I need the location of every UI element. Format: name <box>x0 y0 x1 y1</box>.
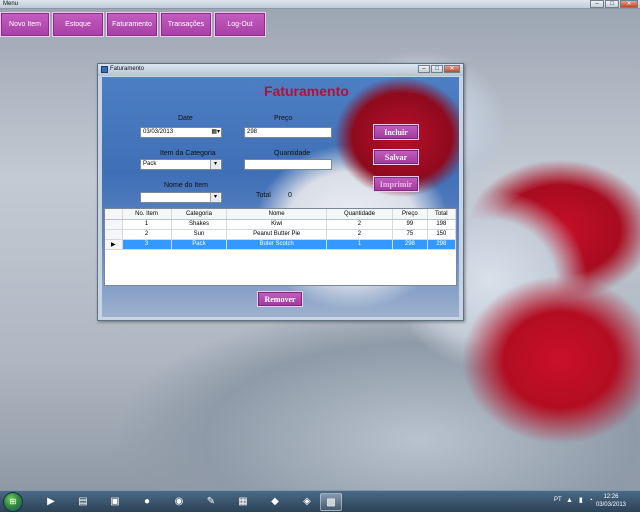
faturamento-form: Faturamento Date 03/03/2013 ▦▾ Item da C… <box>102 77 459 317</box>
tray-icons[interactable]: ▲ ▮ ◔ <box>566 496 595 504</box>
nome-label: Nome do Item <box>164 182 208 189</box>
quantidade-label: Quantidade <box>274 150 311 157</box>
clock[interactable]: 12:26 03/03/2013 <box>596 493 626 509</box>
faturamento-window-title: Faturamento <box>110 66 145 72</box>
menu-faturamento-button[interactable]: Faturamento <box>106 12 158 37</box>
categoria-value: Pack <box>143 161 157 167</box>
imprimir-button[interactable]: Imprimir <box>373 176 419 192</box>
column-header[interactable]: Total <box>427 209 457 220</box>
table-cell[interactable]: 2 <box>326 229 394 240</box>
total-label: Total <box>256 192 271 199</box>
date-label: Date <box>178 115 193 122</box>
table-cell[interactable]: Pack <box>171 239 228 250</box>
date-picker[interactable]: 03/03/2013 ▦▾ <box>140 127 222 138</box>
table-cell[interactable]: Peanut Butter Pie <box>226 229 327 240</box>
calendar-icon[interactable]: ▦▾ <box>211 128 220 137</box>
app-icon <box>101 66 108 73</box>
column-header[interactable]: Nome <box>226 209 327 220</box>
salvar-button[interactable]: Salvar <box>373 149 419 165</box>
folder-icon[interactable]: ▤ <box>72 493 94 511</box>
row-marker-icon[interactable]: ▶ <box>105 239 123 250</box>
menu-logout-button[interactable]: Log-Out <box>214 12 266 37</box>
close-button[interactable]: ✕ <box>620 0 638 8</box>
nome-select[interactable] <box>140 192 222 203</box>
incluir-button[interactable]: Incluir <box>373 124 419 140</box>
table-cell[interactable]: 298 <box>427 239 457 250</box>
table-row-selected[interactable]: ▶ 3 Pack Buter Scotch 1 298 298 <box>105 239 457 250</box>
faturamento-window: Faturamento – □ ✕ Faturamento Date 03/03… <box>97 63 464 321</box>
table-header-row: No. Item Categoria Nome Quantidade Preço… <box>105 209 457 220</box>
app-icon-1[interactable]: ✎ <box>200 493 222 511</box>
faturamento-minimize-button[interactable]: – <box>418 65 430 73</box>
table-cell[interactable]: Sun <box>171 229 228 240</box>
table-row[interactable]: 2 Sun Peanut Butter Pie 2 75 150 <box>105 229 457 240</box>
window-icon[interactable]: ▣ <box>104 493 126 511</box>
categoria-label: Item da Categoria <box>160 150 216 157</box>
table-cell[interactable]: 1 <box>122 219 172 230</box>
row-header[interactable] <box>105 229 123 240</box>
language-indicator[interactable]: PT <box>554 497 562 503</box>
remover-button[interactable]: Remover <box>257 291 303 307</box>
minimize-button[interactable]: – <box>590 0 604 8</box>
categoria-select[interactable]: Pack <box>140 159 222 170</box>
app-icon-4[interactable]: ◈ <box>296 493 318 511</box>
table-cell[interactable]: 3 <box>122 239 172 250</box>
faturamento-close-button[interactable]: ✕ <box>444 65 460 73</box>
table-cell[interactable]: 2 <box>122 229 172 240</box>
table-cell[interactable]: 99 <box>392 219 428 230</box>
running-app-icon[interactable]: ▩ <box>320 493 342 511</box>
clock-date: 03/03/2013 <box>595 502 626 508</box>
clock-time: 12:26 <box>603 494 619 500</box>
app-icon-2[interactable]: ▦ <box>232 493 254 511</box>
chrome-icon[interactable]: ◉ <box>168 493 190 511</box>
start-button-icon[interactable]: ⊞ <box>3 492 23 512</box>
column-header[interactable]: Categoria <box>171 209 228 220</box>
preco-input[interactable]: 298 <box>244 127 332 138</box>
page-title: Faturamento <box>264 83 349 99</box>
quantidade-input[interactable] <box>244 159 332 170</box>
table-cell[interactable]: Kiwi <box>226 219 327 230</box>
menu-transacoes-button[interactable]: Transações <box>160 12 212 37</box>
items-grid[interactable]: No. Item Categoria Nome Quantidade Preço… <box>104 208 457 286</box>
column-header[interactable]: No. Item <box>122 209 172 220</box>
faturamento-maximize-button[interactable]: □ <box>431 65 443 73</box>
table-row[interactable]: 1 Shakes Kiwi 2 99 198 <box>105 219 457 230</box>
preco-label: Preço <box>274 115 293 122</box>
table-cell[interactable]: 75 <box>392 229 428 240</box>
firefox-icon[interactable]: ● <box>136 493 158 511</box>
row-header[interactable] <box>105 219 123 230</box>
maximize-button[interactable]: □ <box>605 0 619 8</box>
table-cell[interactable]: 1 <box>326 239 394 250</box>
total-value: 0 <box>288 192 292 199</box>
table-cell[interactable]: 198 <box>427 219 457 230</box>
column-header[interactable]: Quantidade <box>326 209 394 220</box>
table-cell[interactable]: Shakes <box>171 219 228 230</box>
items-table: No. Item Categoria Nome Quantidade Preço… <box>105 209 457 250</box>
date-value: 03/03/2013 <box>143 129 174 135</box>
menu-estoque-button[interactable]: Estoque <box>52 12 104 37</box>
media-player-icon[interactable]: ▶ <box>40 493 62 511</box>
outer-titlebar: Menu – □ ✕ <box>0 0 640 9</box>
faturamento-titlebar: Faturamento – □ ✕ <box>98 64 463 76</box>
outer-window-controls: – □ ✕ <box>590 0 638 8</box>
faturamento-window-controls: – □ ✕ <box>418 65 460 73</box>
table-cell[interactable]: 298 <box>392 239 428 250</box>
table-cell[interactable]: Buter Scotch <box>226 239 327 250</box>
taskbar: ⊞ ▶ ▤ ▣ ● ◉ ✎ ▦ ◆ ◈ ▩ PT ▲ ▮ ◔ 12:26 03/… <box>0 490 640 512</box>
outer-window-title: Menu <box>3 1 19 7</box>
table-cell[interactable]: 150 <box>427 229 457 240</box>
row-header-corner <box>105 209 123 220</box>
menu-novo-item-button[interactable]: Novo Item <box>0 12 50 37</box>
app-icon-3[interactable]: ◆ <box>264 493 286 511</box>
main-menu: Novo Item Estoque Faturamento Transações… <box>0 12 266 37</box>
column-header[interactable]: Preço <box>392 209 428 220</box>
table-cell[interactable]: 2 <box>326 219 394 230</box>
